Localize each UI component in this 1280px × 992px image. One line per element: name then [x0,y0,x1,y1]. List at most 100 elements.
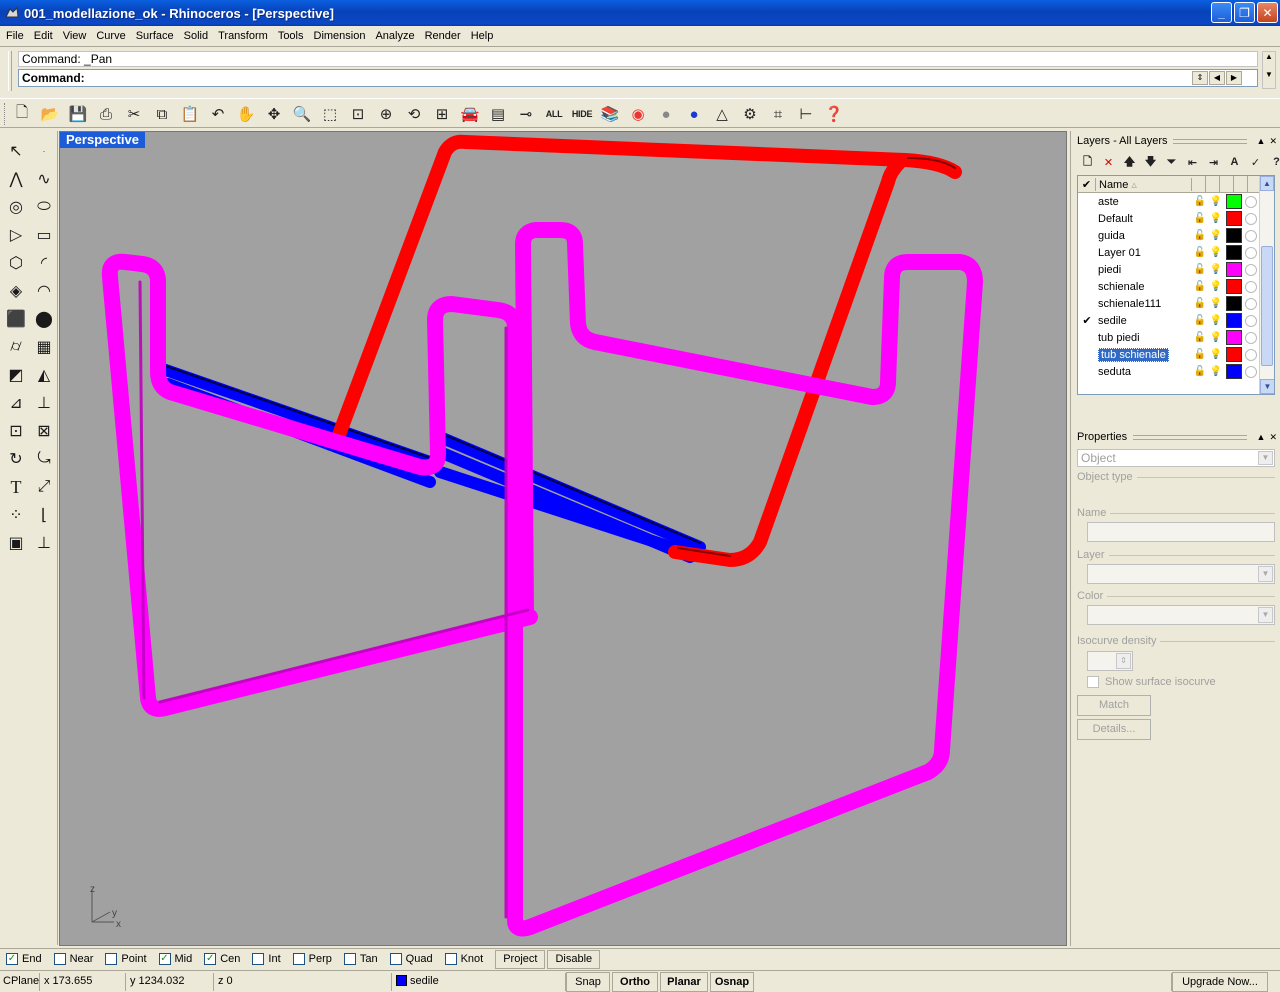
osnap-quad-checkbox[interactable]: Quad [389,953,433,965]
polygon-icon[interactable]: ▷ [2,221,30,249]
lightbulb-icon[interactable]: 💡 [1208,315,1224,326]
curve-icon[interactable]: ∿ [30,165,58,193]
snap-button[interactable]: Snap [566,972,610,992]
open-file-icon[interactable]: 📂 [36,102,64,126]
layer-row[interactable]: tub piedi 🔓 💡 [1078,329,1274,346]
layer-name[interactable]: schienale111 [1096,298,1192,310]
lock-icon[interactable]: 🔓 [1192,213,1208,224]
rotate-view-icon[interactable]: ✥ [260,102,288,126]
layer-name[interactable]: Layer 01 [1096,247,1192,259]
cplane-label[interactable]: CPlane [0,973,40,991]
paste-icon[interactable]: 📋 [176,102,204,126]
ortho-button[interactable]: Ortho [612,972,658,992]
osnap-end-checkbox[interactable]: ✓ End [6,953,42,965]
save-icon[interactable]: 💾 [64,102,92,126]
layer-select[interactable]: ▼ [1087,564,1275,584]
arc-icon[interactable]: ◜ [30,249,58,277]
name-column-header[interactable]: Name ▵ [1096,177,1192,191]
checkbox-icon[interactable]: ✓ [204,953,217,965]
cylinder-icon[interactable]: ⌭ [2,333,30,361]
command-right-icon[interactable]: ▶ [1226,71,1242,85]
layer-color-swatch[interactable] [1226,296,1242,311]
layer-row[interactable]: guida 🔓 💡 [1078,227,1274,244]
point-icon[interactable]: · [30,137,58,165]
select-icon[interactable]: ⊸ [512,102,540,126]
layer-row[interactable]: aste 🔓 💡 [1078,193,1274,210]
menu-dimension[interactable]: Dimension [310,30,372,42]
layer-name[interactable]: guida [1096,230,1192,242]
scroll-thumb[interactable] [1261,246,1273,366]
color-select[interactable]: ▼ [1087,605,1275,625]
render-preview-icon[interactable]: ▣ [2,529,30,557]
layer-color-swatch[interactable] [1226,347,1242,362]
hide-button[interactable]: HIDE [568,102,596,126]
lightbulb-icon[interactable]: 💡 [1208,247,1224,258]
material-icon[interactable] [1245,246,1257,259]
layer-row[interactable]: ✔ sedile 🔓 💡 [1078,312,1274,329]
rectangle-icon[interactable]: ▭ [30,221,58,249]
lightbulb-icon[interactable]: 💡 [1208,366,1224,377]
menu-transform[interactable]: Transform [214,30,274,42]
layer-name[interactable]: seduta [1096,366,1192,378]
lock-icon[interactable]: 🔓 [1192,281,1208,292]
orient-icon[interactable]: ⤿ [30,445,58,473]
layer-name[interactable]: aste [1096,196,1192,208]
chair-model-canvas[interactable] [60,132,1067,946]
layer-name[interactable]: sedile [1096,315,1192,327]
undo-icon[interactable]: ↶ [204,102,232,126]
planar-button[interactable]: Planar [660,972,708,992]
material-column-header[interactable] [1234,176,1248,193]
layer-color-swatch[interactable] [1226,279,1242,294]
osnap-button[interactable]: Osnap [710,972,754,992]
new-layer-icon[interactable]: 🗋 [1077,153,1098,171]
surface-icon[interactable]: ◈ [2,277,30,305]
layer-name[interactable]: schienale [1096,281,1192,293]
menu-view[interactable]: View [59,30,93,42]
menu-help[interactable]: Help [467,30,500,42]
help-icon[interactable]: ❓ [820,102,848,126]
menu-file[interactable]: File [2,30,30,42]
render-blue-sphere-icon[interactable]: ● [680,102,708,126]
layer-color-swatch[interactable] [1226,245,1242,260]
checkbox-icon[interactable] [292,953,305,965]
analyze-icon[interactable]: ⌊ [30,501,58,529]
layer-color-swatch[interactable] [1226,364,1242,379]
layer-row[interactable]: seduta 🔓 💡 [1078,363,1274,380]
polyline-icon[interactable]: ⋀ [2,165,30,193]
osnap-perp-checkbox[interactable]: Perp [292,953,332,965]
layer-row[interactable]: schienale 🔓 💡 [1078,278,1274,295]
chevron-down-icon[interactable]: ▼ [1258,566,1273,582]
ellipse-icon[interactable]: ⬭ [30,193,58,221]
maximize-button[interactable]: ❐ [1234,2,1255,23]
show-isocurve-checkbox[interactable]: Show surface isocurve [1087,676,1216,688]
extend-icon[interactable]: ◭ [30,361,58,389]
menu-analyze[interactable]: Analyze [371,30,420,42]
match-button[interactable]: Match [1077,695,1151,716]
current-column-header[interactable]: ✔ [1078,177,1096,191]
lightbulb-icon[interactable]: 💡 [1208,264,1224,275]
layer-color-swatch[interactable] [1226,262,1242,277]
layers-stack-icon[interactable]: ▤ [484,102,512,126]
lock-icon[interactable]: 🔓 [1192,332,1208,343]
lightbulb-icon[interactable]: 💡 [1208,349,1224,360]
scroll-up-icon[interactable]: ▲ [1260,176,1274,191]
layer-settings-icon[interactable]: ✓ [1245,153,1266,171]
object-combo[interactable]: Object ▼ [1077,449,1275,467]
layers-panel-close-icon[interactable]: ✕ [1269,136,1277,147]
osnap-cen-checkbox[interactable]: ✓ Cen [204,953,240,965]
layer-color-swatch[interactable] [1226,194,1242,209]
zoom-selected-icon[interactable]: ⊕ [372,102,400,126]
layer-name[interactable]: piedi [1096,264,1192,276]
layer-name[interactable]: tub piedi [1096,332,1192,344]
layer-color-swatch[interactable] [1226,228,1242,243]
material-icon[interactable] [1245,212,1257,225]
details-button[interactable]: Details... [1077,719,1151,740]
layer-name[interactable]: Default [1096,213,1192,225]
zoom-extents-icon[interactable]: ⊡ [344,102,372,126]
layer-color-swatch[interactable] [1226,330,1242,345]
fillet-icon[interactable]: ◩ [2,361,30,389]
menu-surface[interactable]: Surface [132,30,180,42]
layer-text-icon[interactable]: A [1224,153,1245,171]
menu-edit[interactable]: Edit [30,30,59,42]
lightbulb-icon[interactable]: 💡 [1208,332,1224,343]
